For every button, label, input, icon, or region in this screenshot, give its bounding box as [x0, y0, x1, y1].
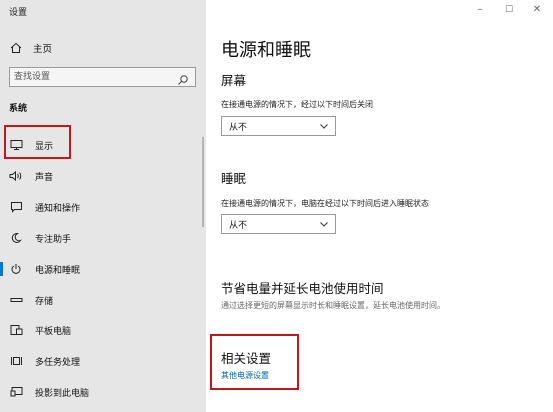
- sidebar-item-project-to-pc[interactable]: 投影到此电脑: [0, 377, 206, 407]
- home-icon: [9, 42, 23, 54]
- sidebar-item-notifications[interactable]: 通知和操作: [0, 192, 206, 222]
- battery-heading: 节省电量并延长电池使用时间: [221, 281, 384, 296]
- sleep-timeout-dropdown[interactable]: 从不: [221, 214, 336, 234]
- page-title: 电源和睡眠: [221, 40, 311, 61]
- sidebar-scrollbar[interactable]: [202, 137, 204, 227]
- moon-icon: [9, 231, 23, 245]
- close-button[interactable]: ✕: [531, 4, 543, 16]
- sidebar-item-label: 存储: [35, 296, 54, 307]
- highlight-box-related-settings: [210, 334, 299, 390]
- home-link[interactable]: 主页: [9, 40, 52, 56]
- battery-description: 通过选择更短的屏幕显示时长和睡眠设置，延长电池使用时间。: [221, 301, 445, 310]
- minimize-button[interactable]: –: [474, 4, 486, 16]
- project-icon: [9, 385, 23, 399]
- tablet-icon: [9, 323, 23, 337]
- sidebar-item-label: 电源和睡眠: [35, 265, 81, 276]
- highlight-box-display: [4, 125, 71, 159]
- active-indicator: [0, 262, 3, 276]
- sidebar-item-power-sleep[interactable]: 电源和睡眠: [0, 254, 206, 284]
- dropdown-value: 从不: [229, 122, 248, 133]
- sidebar-item-storage[interactable]: 存储: [0, 285, 206, 315]
- sidebar-item-label: 多任务处理: [35, 357, 81, 368]
- sidebar: 设置 主页 系统 显示 声音 通知和操作 专注助手: [0, 0, 206, 412]
- chevron-down-icon: [319, 121, 329, 131]
- multitask-icon: [9, 354, 23, 368]
- sidebar-item-label: 投影到此电脑: [35, 388, 90, 399]
- notification-icon: [9, 200, 23, 214]
- sidebar-item-focus-assist[interactable]: 专注助手: [0, 223, 206, 253]
- power-icon: [9, 262, 23, 276]
- sidebar-item-label: 平板电脑: [35, 326, 72, 337]
- app-title: 设置: [9, 8, 28, 18]
- section-title: 系统: [9, 104, 28, 114]
- chevron-down-icon: [319, 219, 329, 229]
- home-label: 主页: [33, 44, 53, 55]
- search-icon[interactable]: [177, 71, 189, 85]
- search-box[interactable]: [9, 67, 196, 87]
- storage-icon: [9, 293, 23, 307]
- sidebar-item-label: 通知和操作: [35, 203, 81, 214]
- sidebar-item-label: 专注助手: [35, 234, 72, 245]
- screen-timeout-dropdown[interactable]: 从不: [221, 116, 336, 136]
- search-input[interactable]: [14, 70, 174, 84]
- sidebar-item-multitasking[interactable]: 多任务处理: [0, 346, 206, 376]
- sidebar-item-tablet[interactable]: 平板电脑: [0, 315, 206, 345]
- sleep-description: 在接通电源的情况下，电脑在经过以下时间后进入睡眠状态: [221, 199, 429, 208]
- screen-description: 在接通电源的情况下，经过以下时间后关闭: [221, 100, 373, 109]
- screen-heading: 屏幕: [221, 73, 247, 88]
- speaker-icon: [9, 169, 23, 183]
- maximize-button[interactable]: ☐: [503, 4, 515, 16]
- sidebar-item-sound[interactable]: 声音: [0, 161, 206, 191]
- sleep-heading: 睡眠: [221, 171, 247, 186]
- dropdown-value: 从不: [229, 220, 248, 231]
- main-content: – ☐ ✕ 电源和睡眠 屏幕 在接通电源的情况下，经过以下时间后关闭 从不 睡眠…: [206, 0, 553, 412]
- sidebar-item-label: 声音: [35, 172, 54, 183]
